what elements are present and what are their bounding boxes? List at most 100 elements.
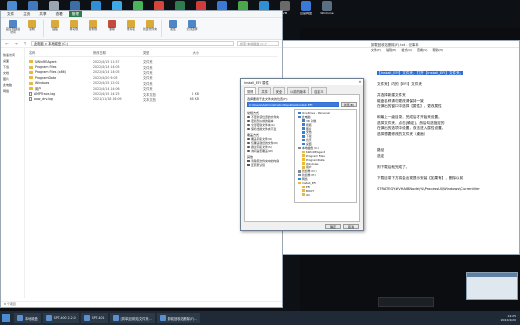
notepad-menu-item[interactable]: 帮助(H)	[432, 48, 443, 54]
checkbox-option[interactable]: 还原默认值	[247, 163, 291, 167]
explorer-tab[interactable]: 共享	[36, 11, 49, 17]
radio-icon[interactable]	[247, 127, 250, 131]
file-name: $WinREAgent	[35, 59, 57, 64]
radio-icon[interactable]	[247, 141, 250, 145]
radio-icon[interactable]	[247, 149, 250, 153]
column-type[interactable]: 类型	[143, 50, 179, 55]
folder-icon	[302, 162, 305, 165]
notepad-text-area[interactable]: 【Install_EFI】文件夹，打开【Install_EFI】文件夹。 文件夹…	[377, 71, 519, 192]
file-date: 2022/4/15 12:01	[93, 81, 120, 86]
nav-item[interactable]: 网络	[1, 88, 24, 94]
file-date: 2022/4/15 14:25	[93, 92, 120, 97]
floating-chat-window[interactable]	[466, 272, 518, 300]
column-date[interactable]: 修改日期	[93, 50, 143, 55]
ribbon-button[interactable]: 复制到	[85, 20, 101, 37]
options-column: 常规方式 不更新该位置的文件夹 更新到以前的版本 全部更新文件夹(A) 保持当前文件夹…	[247, 109, 291, 203]
radio-icon[interactable]	[247, 123, 250, 127]
close-icon[interactable]: ✕	[357, 80, 363, 84]
explorer-tab[interactable]: 查看	[53, 11, 66, 17]
radio-option[interactable]: 询问是否覆盖(W)	[247, 149, 291, 153]
taskbar-item[interactable]: 本地磁盘	[14, 313, 41, 323]
taskbar-item[interactable]: 卸载回收站删除(F)...	[156, 313, 201, 323]
taskbar-item[interactable]: [简单]回收站文件夹...	[109, 313, 155, 323]
browse-button[interactable]: 浏览(B)	[340, 102, 357, 107]
ribbon-button-label: 新建文件夹	[143, 27, 157, 31]
ribbon-button[interactable]: 移动到	[66, 20, 82, 37]
folder-icon	[298, 146, 301, 150]
file-type: 文件夹	[143, 70, 153, 75]
file-type: 文件夹	[143, 76, 153, 81]
ribbon-button[interactable]: 复制	[24, 20, 40, 37]
radio-icon[interactable]	[247, 115, 250, 119]
dialog-tab[interactable]: 常规	[244, 87, 257, 94]
app-icon	[159, 315, 166, 321]
folder-icon	[302, 166, 305, 169]
file-name-cell: aow_drv.log	[29, 97, 93, 102]
up-arrow-icon[interactable]: ↑	[22, 41, 28, 46]
line-text: STRATEGY#VHAIBNode\%\ProcessUI\Windows\C…	[377, 186, 480, 191]
folder-properties-dialog[interactable]: Install_EFI 属性 ✕ 常规 共享 安全 以前的版本 自定义 选择要用于此文件…	[240, 78, 364, 231]
desktop-icon[interactable]: 百度网盘	[296, 1, 316, 25]
folder-icon	[302, 158, 305, 161]
notepad-menu-item[interactable]: 文件(F)	[371, 48, 381, 54]
ribbon-button[interactable]: 固定到快速访问	[5, 20, 21, 37]
cancel-button[interactable]: 取消	[343, 224, 359, 229]
notepad-menu-item[interactable]: 格式(O)	[401, 48, 412, 54]
ok-button[interactable]: 确定	[325, 224, 341, 229]
clock[interactable]: 14:25 2022/4/20	[501, 314, 520, 322]
search-input[interactable]: 搜索"本地磁盘 (C:)"	[237, 41, 279, 46]
taskbar-item-label: 卸载回收站删除(F)...	[167, 316, 198, 321]
radio-icon[interactable]	[247, 137, 250, 141]
explorer-tab[interactable]: 管理	[68, 11, 82, 17]
column-name[interactable]: 名称	[29, 50, 93, 55]
folder-icon	[29, 87, 33, 91]
app-icon	[17, 315, 23, 321]
taskbar-item[interactable]: SPT-400 2.2.0	[42, 313, 79, 323]
radio-icon[interactable]	[247, 145, 250, 149]
ribbon-button[interactable]: 删除	[104, 20, 120, 37]
location-select[interactable]: C:\Users\Administrator\Desktop\Install_E…	[247, 102, 339, 107]
ribbon-button[interactable]: 新建文件夹	[142, 20, 158, 37]
start-icon[interactable]	[2, 314, 10, 322]
taskbar-item[interactable]: SPT-401	[80, 313, 108, 323]
media-widget[interactable]	[378, 297, 434, 307]
back-arrow-icon[interactable]: ←	[4, 41, 10, 46]
checkbox-icon[interactable]	[247, 159, 250, 163]
file-name-cell: ProgramData	[29, 76, 93, 80]
clock-date: 2022/4/20	[500, 318, 516, 322]
explorer-tab[interactable]: 文件	[4, 11, 17, 17]
notepad-menu-item[interactable]: 查看(V)	[417, 48, 427, 54]
ribbon-button[interactable]: 重命名	[123, 20, 139, 37]
line-text: 文件夹】内的【EFI】文件夹	[377, 82, 422, 86]
forward-arrow-icon[interactable]: →	[13, 41, 19, 46]
address-path[interactable]: 此电脑 > 本地磁盘 (C:)	[31, 41, 234, 46]
file-date: 2022/4/20 9:05	[93, 75, 118, 80]
radio-icon[interactable]	[247, 119, 250, 123]
app-icon	[83, 315, 90, 321]
chat-title-bar[interactable]	[467, 273, 517, 277]
column-size[interactable]: 大小	[179, 50, 199, 55]
ribbon-button[interactable]: 属性	[165, 20, 181, 37]
file-name: Program Files	[35, 65, 57, 70]
option-label: 还原默认值	[251, 163, 266, 167]
document-icon	[29, 97, 32, 102]
desktop-icon[interactable]: WinCone	[317, 1, 337, 25]
explorer-tab[interactable]: 主页	[20, 11, 33, 17]
folder-icon	[302, 127, 305, 130]
ribbon-button[interactable]: 全部选择	[184, 20, 200, 37]
file-name-cell: AMPTrace.log	[29, 92, 93, 97]
ribbon-button[interactable]: 粘贴	[47, 20, 63, 37]
line-text: 和最上一级目录，完成后才开始来设置。	[377, 115, 442, 119]
dialog-tab[interactable]: 共享	[258, 87, 271, 94]
checkbox-icon[interactable]	[247, 163, 250, 167]
notepad-menu-item[interactable]: 编辑(E)	[386, 48, 396, 54]
dialog-tab[interactable]: 以前的版本	[287, 87, 310, 94]
tree-item[interactable]: OC	[296, 193, 355, 197]
dialog-tab[interactable]: 自定义	[311, 87, 327, 94]
file-size: 1 KB	[191, 92, 199, 97]
radio-option[interactable]: 保持当前文件夹不变	[247, 127, 291, 131]
dialog-tab[interactable]: 安全	[272, 87, 286, 94]
file-name: Program Files (x86)	[35, 70, 66, 75]
file-date: 2022/4/14 14:05	[93, 70, 120, 75]
file-name: ProgramData	[35, 75, 57, 80]
